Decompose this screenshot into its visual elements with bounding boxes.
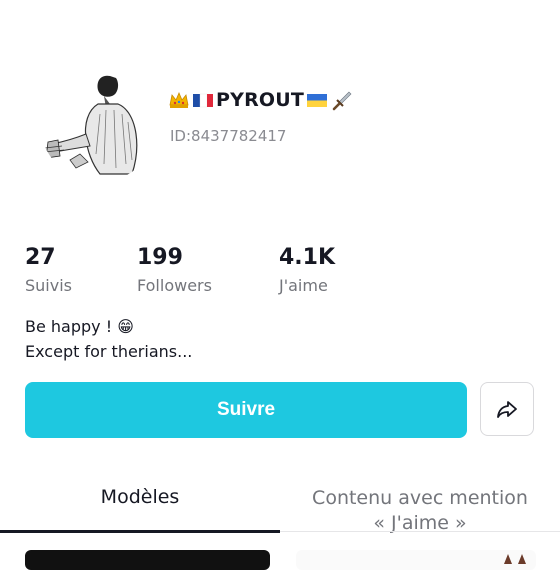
display-name-row: PYROUT	[168, 86, 352, 114]
video-thumbnail[interactable]	[25, 550, 270, 570]
stat-label: J'aime	[279, 276, 328, 295]
tab-divider	[280, 531, 560, 532]
video-thumbnail[interactable]	[296, 550, 536, 570]
stat-followers[interactable]: 199 Followers	[137, 245, 212, 295]
dagger-icon	[332, 91, 352, 111]
share-button[interactable]	[480, 382, 534, 436]
sketch-figure-icon	[43, 75, 138, 175]
crown-emoji-icon	[169, 91, 189, 108]
stat-value: 27	[25, 245, 56, 270]
stat-label: Followers	[137, 276, 212, 295]
tab-label: Modèles	[100, 486, 180, 508]
follow-button[interactable]: Suivre	[25, 382, 467, 438]
bio-line-1: Be happy ! 😁	[25, 317, 134, 336]
tab-tagged-likes[interactable]: Contenu avec mention « J'aime »	[280, 486, 560, 536]
display-name: PYROUT	[216, 89, 305, 111]
share-icon	[497, 401, 517, 418]
tab-models[interactable]: Modèles	[0, 486, 280, 508]
user-id: ID:8437782417	[170, 127, 287, 145]
tab-label: Contenu avec mention	[312, 487, 528, 509]
active-tab-indicator	[0, 530, 280, 533]
stat-label: Suivis	[25, 276, 72, 295]
stat-likes[interactable]: 4.1K J'aime	[279, 245, 335, 295]
tab-label-line-2: « J'aime »	[373, 512, 467, 534]
bio-line-2: Except for therians...	[25, 342, 193, 361]
stat-following[interactable]: 27 Suivis	[25, 245, 72, 295]
stat-value: 199	[137, 245, 183, 270]
france-flag-icon	[193, 93, 213, 108]
avatar[interactable]	[40, 64, 158, 182]
stat-value: 4.1K	[279, 245, 336, 270]
ukraine-flag-icon	[307, 94, 328, 107]
thumbnail-ears-icon	[504, 554, 526, 564]
